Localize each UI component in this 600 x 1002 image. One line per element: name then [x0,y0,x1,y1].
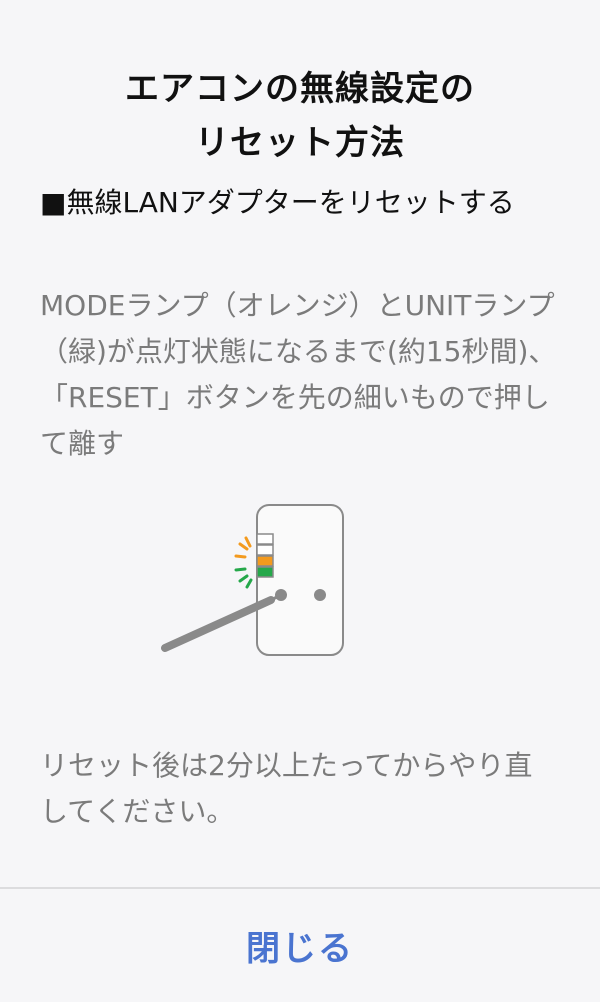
indicator-dot [314,589,326,601]
pin-tool [161,596,275,652]
unit-lamp-green [256,566,274,578]
instruction-text: MODEランプ（オレンジ）とUNITランプ（緑)が点灯状態になるまで(約15秒間… [40,289,557,460]
blink-ray-orange-3 [244,536,252,548]
section-heading: ■無線LANアダプターをリセットする [40,186,515,219]
retry-note: リセット後は2分以上たってからやり直してください。 [40,749,533,828]
reset-button-hole [275,589,287,601]
page-title-line2: リセット方法 [195,123,405,163]
reset-illustration [155,500,355,665]
blink-ray-green-3 [245,578,253,589]
close-button[interactable]: 閉じる [0,889,600,1002]
lamp-white-top [256,533,274,545]
lamp-white-mid [256,544,274,556]
page-title-line1: エアコンの無線設定の [125,69,475,109]
page-title: エアコンの無線設定の リセット方法 [0,62,600,170]
blink-ray-green-1 [234,567,247,572]
blink-ray-green-2 [238,574,249,583]
blink-ray-orange-1 [238,542,249,551]
mode-lamp-orange [256,555,274,567]
blink-ray-orange-2 [234,554,247,559]
adapter-body [256,504,344,656]
reset-illustration-svg [161,504,344,656]
